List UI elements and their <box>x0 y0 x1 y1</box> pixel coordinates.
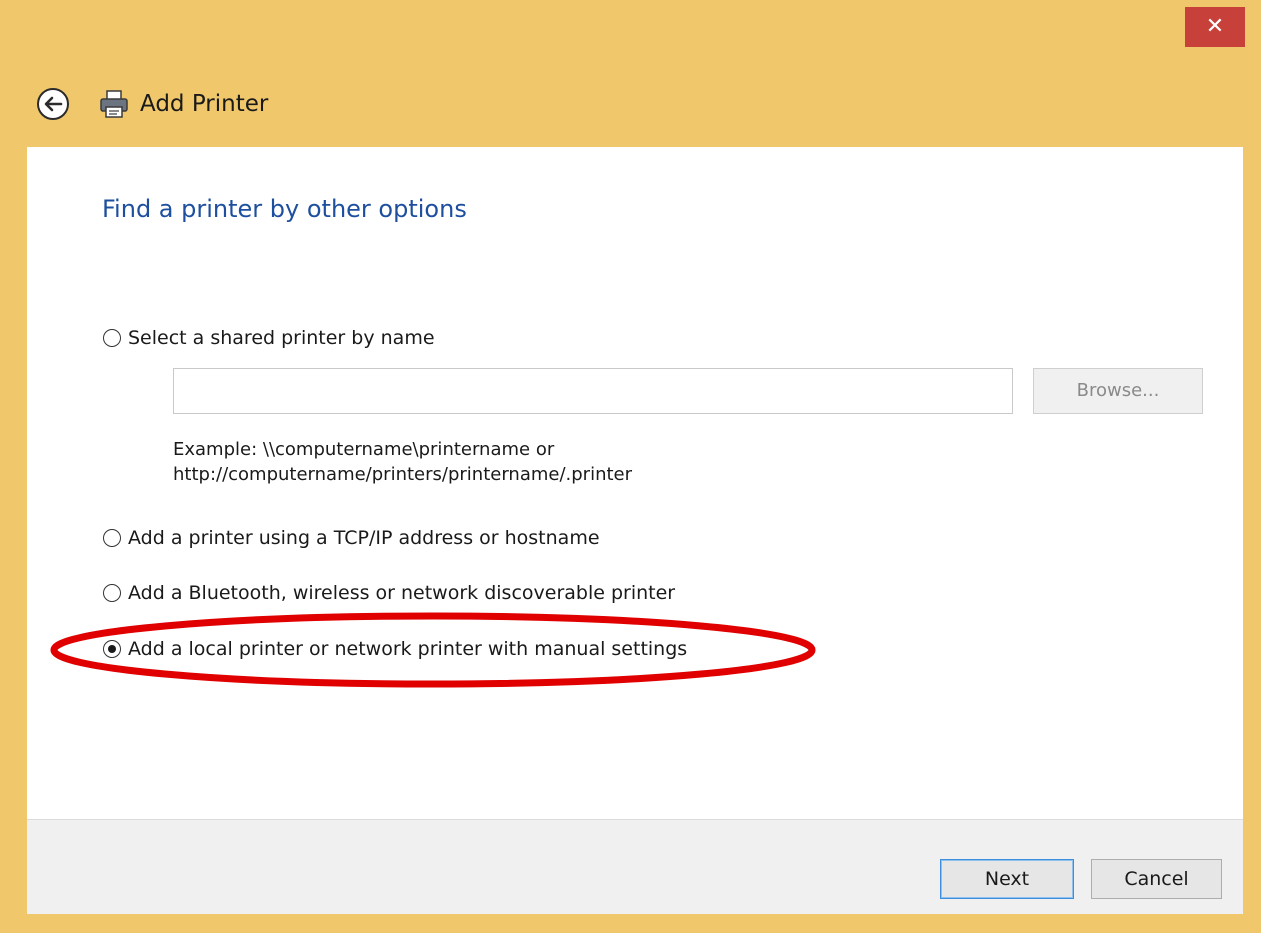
back-arrow-icon[interactable] <box>36 87 70 121</box>
wizard-content: Find a printer by other options Select a… <box>27 147 1243 819</box>
example-line-2: http://computername/printers/printername… <box>173 464 633 485</box>
option-local-printer[interactable]: Add a local printer or network printer w… <box>103 638 687 660</box>
radio-bluetooth-printer[interactable] <box>103 584 121 602</box>
radio-tcpip-printer[interactable] <box>103 529 121 547</box>
cancel-button[interactable]: Cancel <box>1091 859 1222 899</box>
next-button[interactable]: Next <box>940 859 1074 899</box>
radio-shared-printer[interactable] <box>103 329 121 347</box>
page-heading: Find a printer by other options <box>102 195 467 223</box>
option-label: Select a shared printer by name <box>128 327 435 349</box>
option-label: Add a Bluetooth, wireless or network dis… <box>128 582 676 604</box>
browse-button[interactable]: Browse... <box>1033 368 1203 414</box>
add-printer-window: ✕ Add Printer Find a printer by other op… <box>0 0 1261 933</box>
shared-printer-name-input[interactable] <box>173 368 1013 414</box>
close-icon: ✕ <box>1205 14 1225 39</box>
wizard-footer: Next Cancel <box>27 819 1243 914</box>
printer-icon <box>100 90 128 118</box>
option-shared-printer[interactable]: Select a shared printer by name <box>103 327 435 349</box>
option-tcpip-printer[interactable]: Add a printer using a TCP/IP address or … <box>103 527 600 549</box>
radio-local-printer[interactable] <box>103 640 121 658</box>
example-text: Example: \\computername\printername or h… <box>173 437 632 487</box>
option-label: Add a printer using a TCP/IP address or … <box>128 527 600 549</box>
option-bluetooth-printer[interactable]: Add a Bluetooth, wireless or network dis… <box>103 582 675 604</box>
close-button[interactable]: ✕ <box>1185 7 1245 47</box>
example-line-1: Example: \\computername\printername or <box>173 439 555 460</box>
title-row: Add Printer <box>36 84 268 124</box>
window-title: Add Printer <box>140 91 269 117</box>
option-label: Add a local printer or network printer w… <box>128 638 688 660</box>
